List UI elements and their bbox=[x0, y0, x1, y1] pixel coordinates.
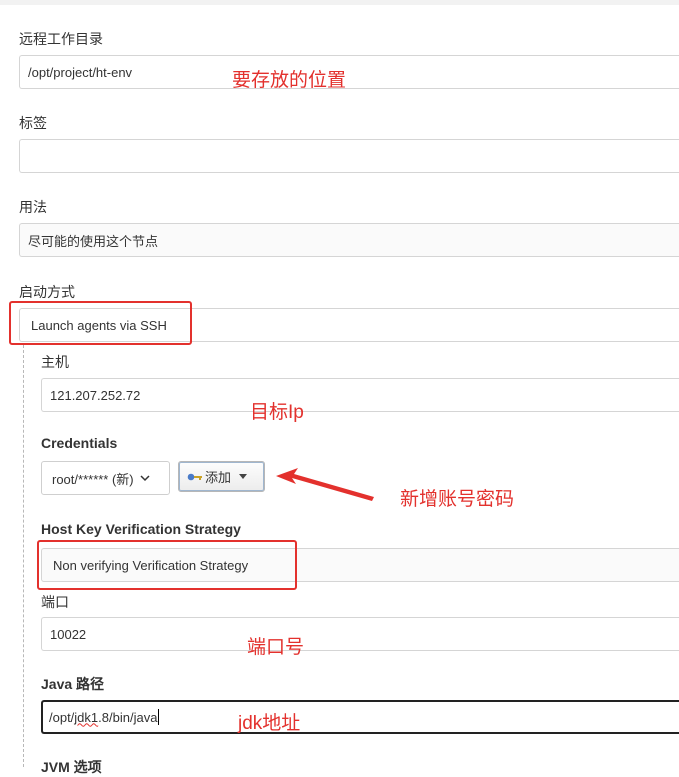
port-input[interactable]: 10022 bbox=[41, 617, 679, 651]
remote-dir-label: 远程工作目录 bbox=[19, 31, 103, 47]
usage-label: 用法 bbox=[19, 199, 47, 215]
highlight-host-key bbox=[37, 540, 297, 590]
host-key-label: Host Key Verification Strategy bbox=[41, 521, 241, 537]
text-cursor bbox=[158, 709, 160, 725]
usage-value: 尽可能的使用这个节点 bbox=[28, 233, 159, 249]
annotation-target-ip: 目标Ip bbox=[250, 402, 304, 423]
host-input[interactable]: 121.207.252.72 bbox=[41, 378, 679, 412]
add-label: 添加 bbox=[205, 470, 232, 485]
host-value: 121.207.252.72 bbox=[50, 387, 141, 403]
key-icon bbox=[187, 473, 202, 480]
annotation-port-no: 端口号 bbox=[247, 637, 305, 658]
java-path-input[interactable]: /opt/jdk1.8/bin/java bbox=[41, 700, 679, 734]
jvm-options-label: JVM 选项 bbox=[41, 759, 102, 775]
annotation-jdk-addr: jdk地址 bbox=[238, 713, 301, 734]
java-path-prefix: /opt/ bbox=[49, 709, 75, 725]
host-label: 主机 bbox=[41, 354, 69, 370]
arrow-annotation bbox=[276, 468, 374, 501]
launch-label: 启动方式 bbox=[19, 284, 75, 300]
remote-dir-value: /opt/project/ht-env bbox=[28, 64, 133, 80]
top-bar bbox=[0, 0, 679, 5]
credentials-label: Credentials bbox=[41, 435, 118, 451]
port-value: 10022 bbox=[50, 626, 87, 642]
add-credentials-button[interactable]: 添加 bbox=[178, 461, 265, 492]
nested-section-divider bbox=[23, 345, 24, 767]
credentials-select[interactable]: root/****** (新) bbox=[41, 461, 170, 495]
annotation-new-account: 新增账号密码 bbox=[400, 489, 515, 510]
usage-select[interactable]: 尽可能的使用这个节点 bbox=[19, 223, 679, 257]
java-path-misspelled: jdk1 bbox=[74, 709, 99, 725]
caret-icon bbox=[239, 474, 248, 479]
tags-label: 标签 bbox=[19, 115, 47, 131]
annotation-location: 要存放的位置 bbox=[232, 70, 347, 91]
port-label: 端口 bbox=[41, 594, 69, 610]
highlight-launch bbox=[9, 301, 192, 345]
credentials-value: root/****** (新) bbox=[52, 471, 134, 487]
java-path-suffix: .8/bin/java bbox=[98, 709, 158, 725]
remote-dir-input[interactable]: /opt/project/ht-env bbox=[19, 55, 679, 89]
tags-input[interactable] bbox=[19, 139, 679, 173]
java-path-label: Java 路径 bbox=[41, 676, 105, 692]
chevron-down-icon bbox=[140, 474, 150, 481]
